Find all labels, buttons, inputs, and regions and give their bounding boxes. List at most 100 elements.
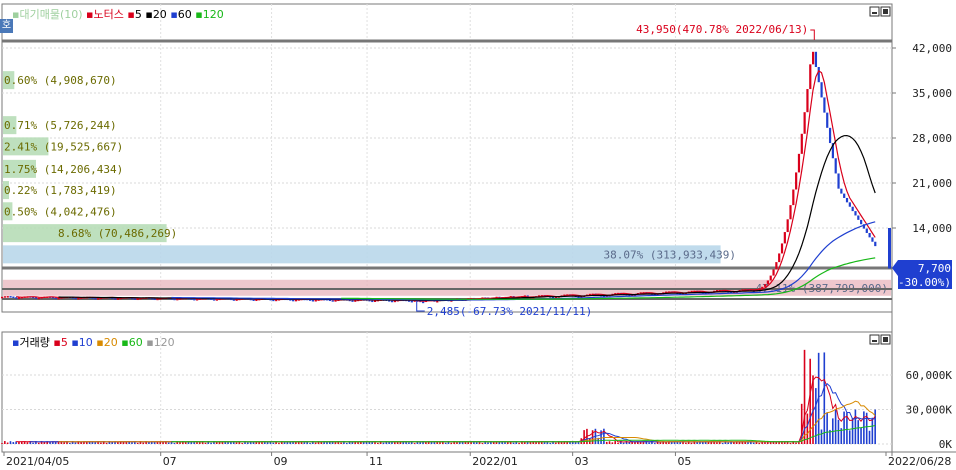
candle bbox=[15, 297, 18, 299]
legend-item-vma20[interactable]: ▪20 bbox=[96, 336, 117, 349]
volume-bar bbox=[419, 442, 422, 444]
current-change-label: (-30.00%) bbox=[891, 276, 951, 289]
volume-bar bbox=[402, 442, 405, 444]
volume-bar bbox=[199, 442, 201, 444]
volume-bar bbox=[685, 442, 687, 444]
volume-bar bbox=[871, 417, 874, 444]
volume-bar bbox=[377, 442, 379, 444]
legend-item-ma5[interactable]: ▪5 bbox=[127, 8, 141, 21]
legend-label: 대기매물(10) bbox=[19, 8, 83, 21]
candle bbox=[826, 112, 829, 128]
candle bbox=[809, 64, 812, 90]
volume-bar bbox=[659, 442, 662, 444]
volume-bar bbox=[475, 442, 478, 444]
volume-bar bbox=[834, 409, 837, 444]
candle bbox=[775, 262, 778, 270]
legend-item-vma10[interactable]: ▪10 bbox=[71, 336, 92, 349]
volume-bar bbox=[345, 442, 348, 444]
candle bbox=[780, 243, 784, 254]
candle bbox=[766, 280, 769, 285]
volume-bar bbox=[371, 442, 373, 444]
candle bbox=[823, 97, 826, 113]
volume-bar bbox=[795, 442, 797, 444]
legend-item-stock[interactable]: ▪노터스 bbox=[86, 8, 124, 21]
volume-bar bbox=[408, 442, 410, 444]
volume-bar bbox=[648, 442, 650, 444]
volume-bar bbox=[413, 443, 416, 444]
legend-item-vma5[interactable]: ▪5 bbox=[53, 336, 67, 349]
candle bbox=[390, 300, 394, 303]
minimize-icon[interactable] bbox=[869, 6, 880, 17]
volume-bar bbox=[507, 442, 509, 444]
candle bbox=[795, 172, 798, 190]
candle bbox=[814, 51, 818, 68]
candle bbox=[6, 296, 9, 298]
candle bbox=[176, 298, 179, 301]
volume-bar bbox=[74, 442, 77, 444]
candle bbox=[3, 296, 7, 298]
volume-bar bbox=[487, 442, 489, 444]
candle bbox=[769, 275, 772, 281]
legend-item-ma120[interactable]: ▪120 bbox=[195, 8, 223, 21]
volume-bar bbox=[764, 442, 766, 444]
low-annotation: 2,485(-67.73% 2021/11/11) bbox=[427, 305, 593, 318]
volume-bar bbox=[696, 442, 698, 444]
volume-bar bbox=[43, 442, 46, 444]
legend-label: 10 bbox=[78, 336, 93, 349]
volume-bar bbox=[340, 442, 342, 444]
candle bbox=[331, 300, 334, 302]
volume-bar bbox=[868, 430, 871, 444]
legend-label: 120 bbox=[153, 336, 175, 349]
minimize-icon[interactable] bbox=[869, 334, 880, 345]
volume-bar bbox=[523, 442, 526, 444]
volume-bar bbox=[266, 442, 269, 444]
legend-item-vma120[interactable]: ▪120 bbox=[146, 336, 174, 349]
volume-profile-label: 0.22% (1,783,419) bbox=[4, 184, 117, 197]
price-tick-label: 42,000 bbox=[912, 42, 952, 55]
volume-bar bbox=[382, 442, 385, 444]
legend-label: 20 bbox=[103, 336, 118, 349]
candle bbox=[817, 67, 820, 83]
volume-bar bbox=[679, 442, 681, 444]
legend-item-ma20[interactable]: ▪20 bbox=[145, 8, 166, 21]
volume-bar bbox=[12, 442, 15, 444]
candle bbox=[37, 297, 40, 300]
candle bbox=[422, 301, 425, 304]
current-price-label: 7,700 bbox=[918, 262, 951, 275]
time-tick-label: 2022/06/28 bbox=[888, 455, 951, 466]
candle bbox=[133, 298, 137, 300]
volume-bar bbox=[690, 442, 693, 444]
candle bbox=[34, 297, 38, 299]
volume-profile-label: 1.75% (14,206,434) bbox=[4, 163, 123, 176]
time-tick-label: 09 bbox=[274, 455, 288, 466]
candle bbox=[865, 228, 868, 233]
volume-bar bbox=[272, 442, 275, 444]
candle bbox=[843, 193, 846, 198]
candle bbox=[252, 299, 255, 301]
candle bbox=[851, 206, 854, 212]
volume-bar bbox=[439, 442, 441, 444]
volume-bar bbox=[444, 442, 447, 444]
candle bbox=[436, 300, 439, 303]
volume-bar bbox=[69, 442, 71, 444]
volume-bar bbox=[543, 442, 546, 444]
volume-bar bbox=[111, 442, 114, 444]
candle bbox=[1, 296, 4, 299]
volume-bar bbox=[247, 442, 249, 444]
volume-bar bbox=[136, 442, 139, 444]
last-candle bbox=[888, 228, 891, 269]
volume-bar bbox=[605, 441, 608, 444]
volume-profile-label: 2.41% (19,525,667) bbox=[4, 140, 123, 153]
legend-item-vma60[interactable]: ▪60 bbox=[121, 336, 142, 349]
corner-tag[interactable]: 호 bbox=[0, 19, 13, 33]
pane-control-glyph bbox=[872, 12, 877, 14]
legend-item-volume[interactable]: ▪거래량 bbox=[12, 336, 50, 349]
volume-pane-frame bbox=[1, 331, 893, 453]
legend-label: 5 bbox=[134, 8, 142, 21]
candle bbox=[803, 112, 806, 134]
legend-item-ma60[interactable]: ▪60 bbox=[170, 8, 191, 21]
candle bbox=[860, 219, 863, 225]
legend-item-profile[interactable]: ▪대기매물(10) bbox=[12, 8, 83, 21]
candle bbox=[311, 300, 315, 302]
candle bbox=[97, 298, 100, 300]
